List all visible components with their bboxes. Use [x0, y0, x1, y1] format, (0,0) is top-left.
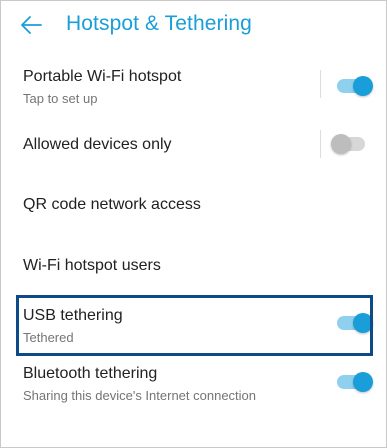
allowed-devices-label: Allowed devices only [23, 136, 172, 153]
app-header: Hotspot & Tethering [0, 0, 387, 50]
bluetooth-tethering-subtitle: Sharing this device's Internet connectio… [23, 388, 257, 403]
toggle-knob [353, 313, 373, 333]
bluetooth-tethering-label: Bluetooth tethering [23, 365, 158, 382]
usb-tethering-toggle[interactable] [337, 313, 373, 333]
toggle-knob [353, 76, 373, 96]
arrow-left-icon [21, 16, 42, 34]
qr-code-access-label: QR code network access [23, 196, 201, 213]
qr-code-access-row[interactable]: QR code network access [0, 178, 387, 234]
bluetooth-tethering-toggle[interactable] [337, 372, 373, 392]
usb-tethering-label: USB tethering [23, 307, 123, 324]
toggle-knob [331, 134, 351, 154]
usb-tethering-subtitle: Tethered [23, 330, 74, 345]
page-title: Hotspot & Tethering [66, 12, 252, 35]
toggle-knob [353, 372, 373, 392]
usb-tethering-row[interactable]: USB tethering Tethered [0, 297, 387, 355]
back-button[interactable] [14, 10, 48, 40]
divider [320, 130, 321, 158]
divider [320, 70, 321, 98]
allowed-devices-row[interactable]: Allowed devices only [0, 118, 387, 172]
portable-hotspot-subtitle: Tap to set up [23, 91, 98, 106]
portable-hotspot-row[interactable]: Portable Wi-Fi hotspot Tap to set up [0, 58, 387, 114]
portable-hotspot-toggle[interactable] [337, 76, 373, 96]
hotspot-users-label: Wi-Fi hotspot users [23, 257, 161, 274]
allowed-devices-toggle[interactable] [331, 134, 367, 154]
portable-hotspot-label: Portable Wi-Fi hotspot [23, 68, 182, 85]
bluetooth-tethering-row[interactable]: Bluetooth tethering Sharing this device'… [0, 358, 387, 418]
hotspot-users-row[interactable]: Wi-Fi hotspot users [0, 240, 387, 294]
